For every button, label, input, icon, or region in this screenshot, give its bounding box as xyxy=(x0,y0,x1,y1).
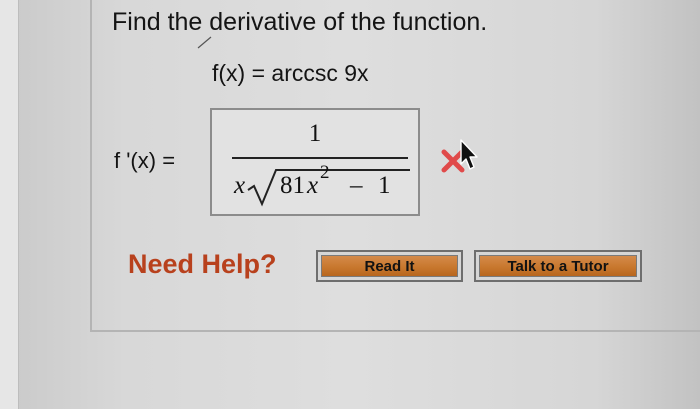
talk-to-tutor-button-label: Talk to a Tutor xyxy=(479,255,637,277)
question-text: Find the derivative of the function. xyxy=(112,8,488,36)
denominator-coefficient: 81 xyxy=(280,172,305,199)
left-margin xyxy=(0,0,19,409)
mouse-cursor-icon xyxy=(460,139,478,170)
denominator-variable: x xyxy=(307,172,319,199)
fraction-bar xyxy=(232,157,408,159)
need-help-label: Need Help? xyxy=(128,249,277,279)
denominator: x 81 x 2 – 1 xyxy=(232,162,412,210)
pen-mark xyxy=(197,36,212,49)
denominator-x: x xyxy=(234,172,246,199)
function-expression: f(x) = arccsc 9x xyxy=(212,60,369,86)
denominator-minus: – xyxy=(350,172,363,199)
numerator: 1 xyxy=(308,120,322,147)
denominator-constant: 1 xyxy=(378,172,391,199)
answer-label: f '(x) = xyxy=(114,148,176,173)
talk-to-tutor-button[interactable]: Talk to a Tutor xyxy=(474,250,642,282)
read-it-button-label: Read It xyxy=(321,255,458,277)
read-it-button[interactable]: Read It xyxy=(316,250,463,282)
answer-input-box[interactable]: 1 x 81 x 2 – 1 xyxy=(210,108,420,216)
denominator-exponent: 2 xyxy=(320,162,330,183)
